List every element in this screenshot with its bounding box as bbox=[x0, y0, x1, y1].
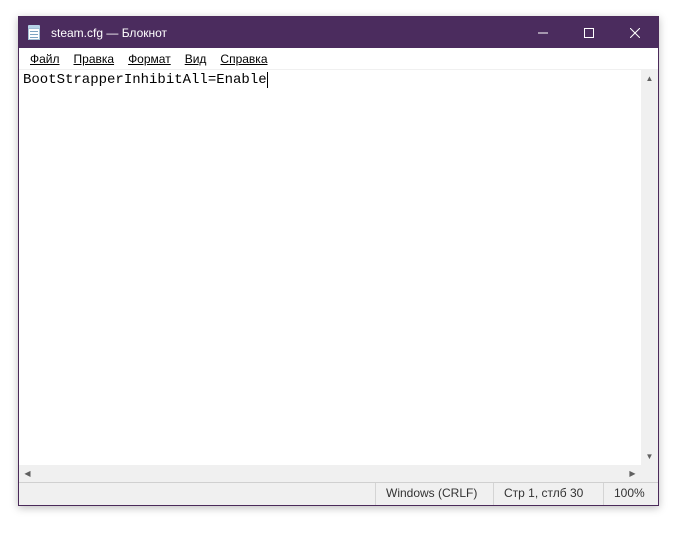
window-title: steam.cfg — Блокнот bbox=[49, 26, 520, 40]
menu-format[interactable]: Формат bbox=[121, 50, 178, 68]
menu-view[interactable]: Вид bbox=[178, 50, 214, 68]
status-zoom: 100% bbox=[603, 483, 658, 505]
text-editor[interactable]: BootStrapperInhibitAll=Enable bbox=[19, 70, 641, 465]
notepad-window: steam.cfg — Блокнот Файл Правка Формат В… bbox=[18, 16, 659, 506]
app-icon bbox=[19, 25, 49, 41]
status-position: Стр 1, стлб 30 bbox=[493, 483, 603, 505]
scroll-right-icon[interactable]: ▶ bbox=[624, 465, 641, 482]
close-button[interactable] bbox=[612, 17, 658, 48]
titlebar[interactable]: steam.cfg — Блокнот bbox=[19, 17, 658, 48]
scrollbar-corner bbox=[641, 465, 658, 482]
scroll-left-icon[interactable]: ◀ bbox=[19, 465, 36, 482]
maximize-button[interactable] bbox=[566, 17, 612, 48]
vertical-scrollbar[interactable]: ▲ ▼ bbox=[641, 70, 658, 465]
menubar: Файл Правка Формат Вид Справка bbox=[19, 48, 658, 70]
scroll-up-icon[interactable]: ▲ bbox=[641, 70, 658, 87]
editor-content: BootStrapperInhibitAll=Enable bbox=[23, 72, 267, 88]
menu-edit[interactable]: Правка bbox=[67, 50, 122, 68]
minimize-button[interactable] bbox=[520, 17, 566, 48]
statusbar: Windows (CRLF) Стр 1, стлб 30 100% bbox=[19, 482, 658, 505]
scroll-down-icon[interactable]: ▼ bbox=[641, 448, 658, 465]
menu-help[interactable]: Справка bbox=[213, 50, 274, 68]
text-caret bbox=[267, 72, 268, 88]
menu-file[interactable]: Файл bbox=[23, 50, 67, 68]
status-encoding: Windows (CRLF) bbox=[375, 483, 493, 505]
horizontal-scrollbar[interactable]: ◀ ▶ bbox=[19, 465, 658, 482]
